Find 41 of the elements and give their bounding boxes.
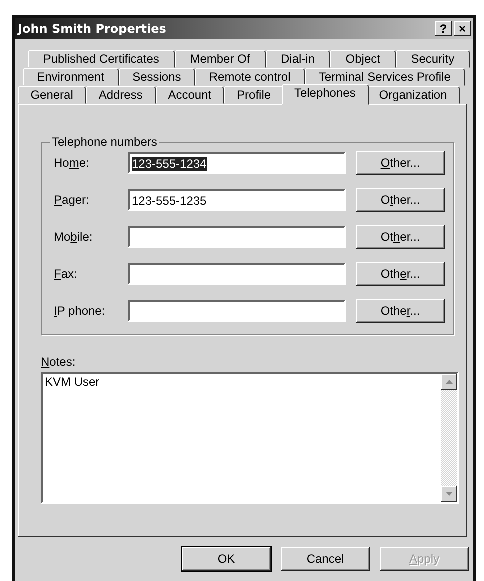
input-field[interactable] [128,300,346,322]
other-button[interactable]: Other... [356,188,445,212]
other-button[interactable]: Other... [356,150,445,174]
tab[interactable]: Telephones [282,84,369,105]
tab[interactable]: General [18,86,86,104]
tab[interactable]: Account [156,86,224,104]
scroll-up-icon[interactable] [441,374,457,390]
tab[interactable]: Sessions [118,68,196,86]
other-button[interactable]: Other... [356,298,445,322]
field-label: Mobile: [54,230,94,244]
scroll-down-icon[interactable] [441,486,457,502]
input-field[interactable]: 123-555-1234 [128,152,346,174]
field-label: Fax: [54,266,78,280]
input-field[interactable] [128,226,346,248]
other-button[interactable]: Other... [356,224,445,248]
input-field[interactable]: 123-555-1235 [128,188,346,210]
tab[interactable]: Member Of [174,50,266,68]
tab[interactable]: Security [396,50,470,68]
field-label: Pager: [54,192,90,206]
notes-label: Notes: [41,355,77,369]
notes-field[interactable]: KVM User [41,372,459,504]
tab[interactable]: Profile [224,86,284,104]
close-button[interactable]: × [454,21,471,36]
tab[interactable]: Organization [366,86,460,104]
tab[interactable]: Environment [23,68,118,86]
dialog-button[interactable]: Cancel [281,547,370,571]
tab[interactable]: Address [86,86,156,104]
tab[interactable]: Terminal Services Profile [304,68,465,86]
tab[interactable]: Dial-in [266,50,330,68]
field-label: Home: [54,156,90,170]
field-label: IP phone: [54,304,106,318]
input-field[interactable] [128,262,346,284]
tab[interactable]: Remote control [195,68,305,86]
dialog-button[interactable]: OK [182,547,271,571]
tab[interactable]: Published Certificates [28,50,175,68]
help-button[interactable]: ? [435,21,452,36]
scrollbar[interactable] [441,374,457,502]
other-button[interactable]: Other... [356,262,445,286]
group-title: Telephone numbers [51,135,158,149]
window-title: John Smith Properties [18,22,168,36]
tab[interactable]: Object [330,50,396,68]
